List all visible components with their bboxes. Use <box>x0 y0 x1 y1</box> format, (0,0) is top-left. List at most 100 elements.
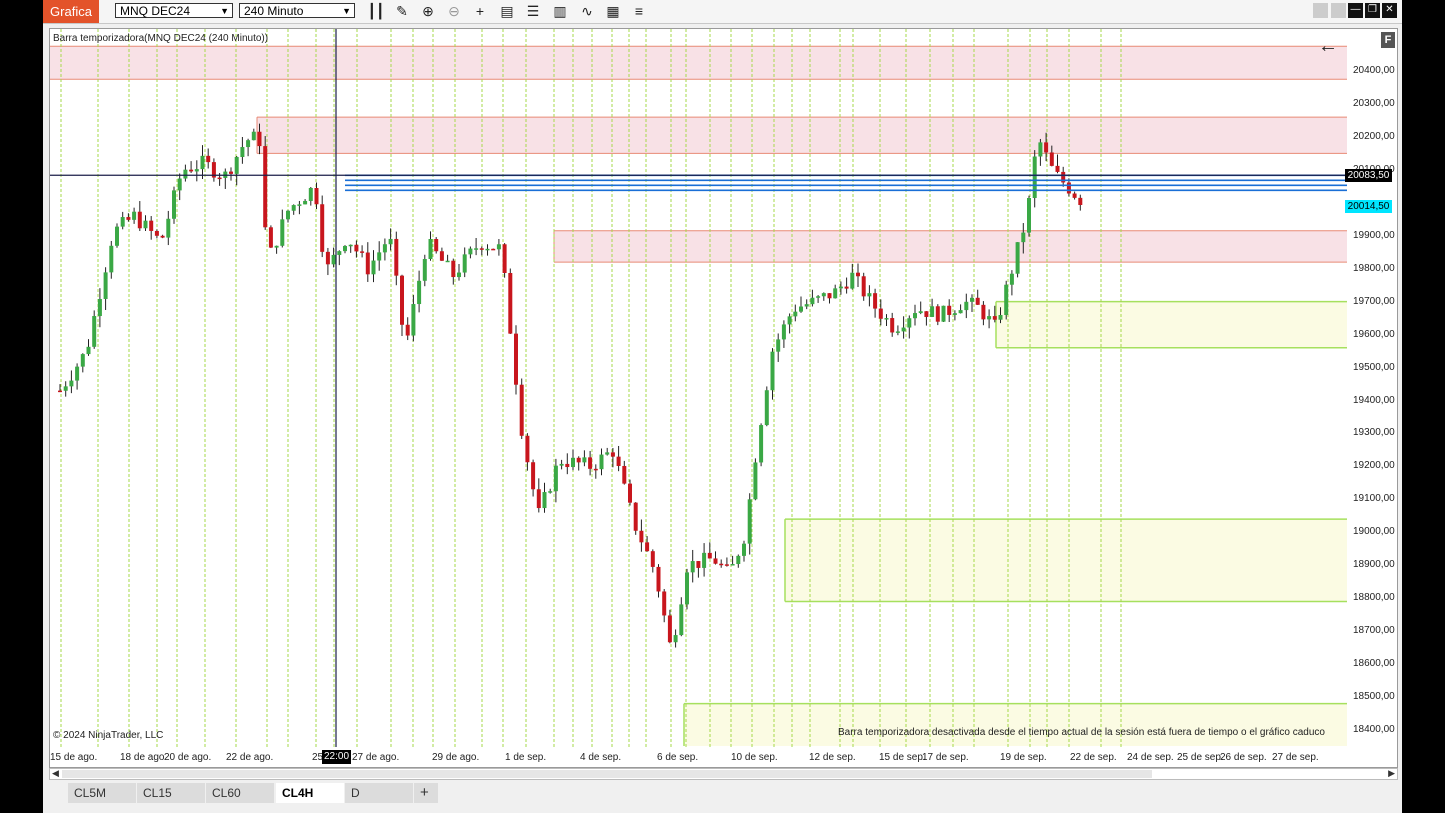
price-label: 19300,00 <box>1353 427 1395 439</box>
candle-down <box>400 275 404 325</box>
scroll-thumb[interactable] <box>62 770 1152 778</box>
tab-cl5m[interactable]: CL5M <box>68 783 136 803</box>
candle-down <box>576 457 581 463</box>
add-tab-button[interactable]: + <box>414 783 438 803</box>
time-axis[interactable]: 15 de ago. 18 de ago 20 de ago. 22 de ago. 2… <box>50 747 1347 767</box>
close-icon[interactable]: ✕ <box>1382 3 1397 18</box>
horizontal-scrollbar[interactable]: ◀ ▶ <box>49 768 1398 780</box>
interval-select[interactable]: 240 Minuto ▼ <box>239 3 355 18</box>
price-label: 19100,00 <box>1353 493 1395 505</box>
candle-up <box>280 219 285 246</box>
candle-up <box>964 301 969 311</box>
layout-2-icon[interactable] <box>1331 3 1346 18</box>
candle-up <box>776 339 781 352</box>
price-label: 18900,00 <box>1353 559 1395 571</box>
tab-d[interactable]: D <box>345 783 413 803</box>
candle-up <box>172 190 176 219</box>
bar-type-icon[interactable]: ┃┃ <box>367 3 385 20</box>
candle-up <box>69 380 74 387</box>
candle-up <box>816 296 821 298</box>
candle-up <box>246 140 251 148</box>
time-label: 6 de sep. <box>657 752 699 763</box>
candle-down <box>365 252 370 275</box>
chart-trader-icon[interactable]: ☰ <box>524 3 542 20</box>
time-label: 18 de ago <box>120 752 165 763</box>
price-label: 18500,00 <box>1353 691 1395 703</box>
candle-down <box>519 384 524 436</box>
candle-down <box>394 238 399 276</box>
price-chart[interactable] <box>50 29 1347 747</box>
candle-up <box>1021 232 1026 243</box>
scroll-left-icon[interactable]: ◀ <box>52 768 59 779</box>
instrument-select[interactable]: MNQ DEC24 ▼ <box>115 3 233 18</box>
candle-down <box>268 227 273 248</box>
strategies-icon[interactable]: ▦ <box>604 3 622 20</box>
candle-up <box>382 244 387 253</box>
candle-up <box>1032 156 1037 198</box>
candle-up <box>485 248 490 251</box>
candle-up <box>804 304 809 307</box>
zoom-out-icon[interactable]: ⊖ <box>445 3 463 20</box>
candle-up <box>690 561 695 573</box>
instrument-value: MNQ DEC24 <box>120 4 191 18</box>
candle-up <box>895 331 900 333</box>
candle-up <box>308 187 313 201</box>
price-label: 20200,00 <box>1353 130 1395 142</box>
candle-up <box>120 217 125 227</box>
data-box-icon[interactable]: ▤ <box>498 3 516 20</box>
candle-up <box>496 244 501 250</box>
candle-down <box>924 311 929 317</box>
candle-up <box>884 318 889 320</box>
candle-down <box>975 297 980 305</box>
tab-cl60[interactable]: CL60 <box>206 783 274 803</box>
candle-down <box>405 324 410 336</box>
candle-up <box>474 248 479 250</box>
candle-down <box>58 390 62 393</box>
candle-down <box>206 155 211 163</box>
scroll-right-icon[interactable]: ▶ <box>1388 768 1395 779</box>
candle-up <box>468 248 473 255</box>
candle-down <box>154 230 159 236</box>
candle-down <box>137 211 142 229</box>
candle-up <box>548 491 553 493</box>
arrow-left-icon[interactable]: ← <box>1318 35 1338 58</box>
candle-up <box>63 386 68 391</box>
candle-down <box>1072 193 1077 198</box>
properties-icon[interactable]: ▥ <box>551 3 569 20</box>
crosshair-icon[interactable]: + <box>471 3 489 20</box>
zoom-in-icon[interactable]: ⊕ <box>419 3 437 20</box>
candle-up <box>1004 284 1009 315</box>
minimize-icon[interactable]: — <box>1348 3 1363 18</box>
tab-cl15[interactable]: CL15 <box>137 783 205 803</box>
restore-icon[interactable]: ❐ <box>1365 3 1380 18</box>
layout-1-icon[interactable] <box>1313 3 1328 18</box>
candle-up <box>685 572 689 605</box>
candle-up <box>132 211 137 220</box>
candle-down <box>360 251 365 253</box>
time-label: 27 de sep. <box>1272 752 1319 763</box>
candle-down <box>502 244 507 274</box>
candle-up <box>303 200 308 205</box>
chart-panel[interactable]: Barra temporizadora(MNQ DEC24 (240 Minut… <box>49 28 1398 768</box>
candle-up <box>194 169 199 172</box>
candle-up <box>1009 273 1014 285</box>
draw-tool-icon[interactable]: ✎ <box>393 3 411 20</box>
chart-title: Barra temporizadora(MNQ DEC24 (240 Minut… <box>53 33 269 44</box>
candle-up <box>92 316 97 347</box>
time-label: 10 de sep. <box>731 752 778 763</box>
time-label: 12 de sep. <box>809 752 856 763</box>
candle-up <box>97 298 102 317</box>
candle-down <box>354 244 359 252</box>
candle-up <box>770 351 775 391</box>
candle-down <box>633 502 638 531</box>
tab-cl4h[interactable]: CL4H <box>276 783 344 803</box>
candle-up <box>958 310 963 314</box>
templates-icon[interactable]: ≡ <box>630 3 648 20</box>
price-label: 19700,00 <box>1353 295 1395 307</box>
candle-down <box>126 217 131 220</box>
chart-tabs: CL5M CL15 CL60 CL4H D + <box>43 782 1402 806</box>
indicators-icon[interactable]: ∿ <box>578 3 596 20</box>
crosshair-time-label: 22:00 <box>322 750 352 764</box>
candle-up <box>838 286 843 289</box>
price-axis[interactable]: 20400,0020300,0020200,0020100,0019900,00… <box>1345 29 1397 749</box>
